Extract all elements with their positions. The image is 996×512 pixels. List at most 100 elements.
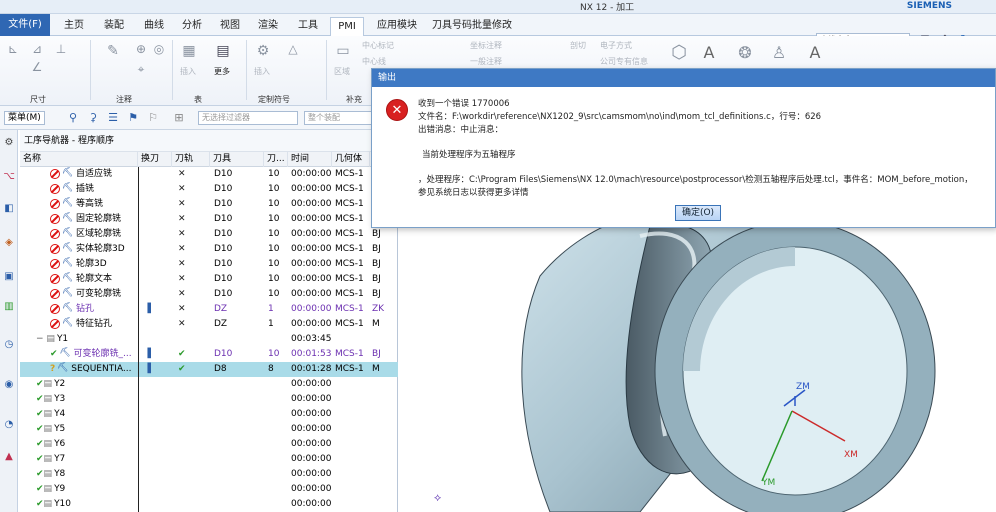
more-button[interactable]: 更多 [214, 66, 230, 77]
text-a-icon[interactable]: A [700, 44, 718, 62]
table-row[interactable]: ⛏ 固定轮廓铣 ✕ D10 10 00:00:00 MCS-1 [20, 212, 398, 227]
operation-nav-icon[interactable]: ⌥ [2, 170, 16, 184]
filter-icon[interactable]: ⊞ [170, 109, 188, 127]
svg-text:⟡: ⟡ [434, 491, 441, 504]
table-row[interactable]: ⛏ 区域轮廓铣 ✕ D10 10 00:00:00 MCS-1 BJ [20, 227, 398, 242]
table-row[interactable]: ⛏ 插铣 ✕ D10 10 00:00:00 MCS-1 [20, 182, 398, 197]
column-tool-number[interactable]: 刀... [264, 152, 288, 167]
dimension-icon[interactable]: ⊾ [4, 40, 22, 58]
table-row[interactable]: ✔▤ Y4 00:00:00 [20, 407, 398, 422]
section-label[interactable]: 剖切 [570, 40, 586, 51]
more-icon[interactable]: ▤ [214, 42, 232, 60]
note-icon[interactable]: ✎ [104, 42, 122, 60]
dimension4-icon[interactable]: ∠ [28, 58, 46, 76]
time-cell: 00:00:00 [291, 244, 332, 254]
machine-nav-icon[interactable]: ◧ [2, 202, 16, 216]
tab-analysis[interactable]: 分析 [176, 17, 208, 34]
ok-button[interactable]: 确定(O) [675, 205, 721, 221]
region-icon[interactable]: ▭ [334, 42, 352, 60]
web-icon[interactable]: ◉ [2, 378, 16, 392]
table-row[interactable]: ✔▤ Y2 00:00:00 [20, 377, 398, 392]
gear-icon[interactable]: ⚙ [2, 136, 16, 150]
assembly-scope-dropdown[interactable]: 整个装配 [304, 111, 374, 125]
column-geometry[interactable]: 几何体 [332, 152, 370, 167]
table-row[interactable]: ✔▤ Y6 00:00:00 [20, 437, 398, 452]
tab-tools[interactable]: 工具 [292, 17, 324, 34]
column-name[interactable]: 名称 [20, 152, 138, 167]
selection-filter-dropdown[interactable]: 无选择过滤器 [198, 111, 298, 125]
tab-render[interactable]: 渲染 [252, 17, 284, 34]
nav5-icon[interactable]: ⚐ [144, 109, 162, 127]
column-time[interactable]: 时间 [288, 152, 332, 167]
nav3-icon[interactable]: ☰ [104, 109, 122, 127]
tab-applications[interactable]: 应用模块 [372, 17, 422, 34]
table-row[interactable]: ⛏ 钻孔 ▐ ✕ DZ 1 00:00:00 MCS-1 ZK [20, 302, 398, 317]
table-row[interactable]: ⛏ 等高铣 ✕ D10 10 00:00:00 MCS-1 [20, 197, 398, 212]
tab-file[interactable]: 文件(F) [0, 14, 50, 36]
tab-curve[interactable]: 曲线 [138, 17, 170, 34]
table-row[interactable]: ⛏ 轮廓3D ✕ D10 10 00:00:00 MCS-1 BJ [20, 257, 398, 272]
nav2-icon[interactable]: ⚳ [84, 109, 102, 127]
table-row[interactable]: ✔ ⛏ 可变轮廓铣_... ▐ ✔ D10 10 00:01:53 MCS-1 BJ [20, 347, 398, 362]
palette-icon[interactable]: ▲ [2, 450, 16, 464]
table-row[interactable]: − ▤ Y1 00:03:45 [20, 332, 398, 347]
general-note-label[interactable]: 一般注释 [470, 56, 502, 67]
tab-pmi[interactable]: PMI [330, 17, 364, 36]
table-row[interactable]: ? ⛏ SEQUENTIA... ▐ ✔ D8 8 00:01:28 MCS-1 M [20, 362, 398, 377]
tool-nav-icon[interactable]: ▣ [2, 270, 16, 284]
table-row[interactable]: ⛏ 轮廓文本 ✕ D10 10 00:00:00 MCS-1 BJ [20, 272, 398, 287]
dimension2-icon[interactable]: ⊿ [28, 40, 46, 58]
operation-icon: ⛏ [57, 363, 69, 373]
centerline-label[interactable]: 中心线 [362, 56, 386, 67]
tab-view[interactable]: 视图 [214, 17, 246, 34]
tool-number-cell [268, 422, 288, 437]
program-group-icon: ▤ [43, 424, 53, 434]
table-row[interactable]: ✔▤ Y9 00:00:00 [20, 482, 398, 497]
symbol3-icon[interactable]: ⌖ [132, 60, 150, 78]
symbol2-icon[interactable]: ◎ [150, 40, 168, 58]
history-icon[interactable]: ◷ [2, 338, 16, 352]
extra-cell [372, 422, 396, 437]
company-info-label[interactable]: 公司专有信息 [600, 56, 648, 67]
column-tool[interactable]: 刀具 [210, 152, 264, 167]
tab-home[interactable]: 主页 [58, 17, 90, 34]
table-row[interactable]: ⛏ 自适应铣 ✕ D10 10 00:00:00 MCS-1 [20, 167, 398, 182]
row-name-label: Y6 [54, 439, 66, 449]
column-toolchange[interactable]: 换刀 [138, 152, 172, 167]
nav4-icon[interactable]: ⚑ [124, 109, 142, 127]
program-group-icon: ▤ [43, 469, 53, 479]
tab-tool-number-batch[interactable]: 刀具号码批量修改 [430, 17, 514, 34]
geometry-cell: MCS-1 [335, 349, 364, 359]
collapse-icon[interactable]: − [36, 334, 44, 344]
custom-symbol-icon[interactable]: ⚙ [254, 42, 272, 60]
tab-assembly[interactable]: 装配 [98, 17, 130, 34]
geometry-nav-icon[interactable]: ◈ [2, 236, 16, 250]
figure-icon[interactable]: ♙ [770, 44, 788, 62]
table-row[interactable]: ⛏ 实体轮廓3D ✕ D10 10 00:00:00 MCS-1 BJ [20, 242, 398, 257]
table-row[interactable]: ⛏ 可变轮廓铣 ✕ D10 10 00:00:00 MCS-1 BJ [20, 287, 398, 302]
dimension3-icon[interactable]: ⊥ [52, 40, 70, 58]
library-icon[interactable]: ▥ [2, 300, 16, 314]
text-a2-icon[interactable]: A [806, 44, 824, 62]
clock-icon[interactable]: ◔ [2, 418, 16, 432]
model-view-icon[interactable]: ⬡ [668, 44, 690, 66]
table-icon[interactable]: ▦ [180, 42, 198, 60]
symbol-icon[interactable]: ⊕ [132, 40, 150, 58]
table-row[interactable]: ✔▤ Y3 00:00:00 [20, 392, 398, 407]
electronic-label[interactable]: 电子方式 [600, 40, 632, 51]
center-mark-label[interactable]: 中心标记 [362, 40, 394, 51]
table-row[interactable]: ✔▤ Y5 00:00:00 [20, 422, 398, 437]
table-row[interactable]: ✔▤ Y10 00:00:00 [20, 497, 398, 512]
group-separator [90, 40, 91, 100]
table-row[interactable]: ✔▤ Y7 00:00:00 [20, 452, 398, 467]
time-cell: 00:00:00 [291, 394, 332, 404]
tool-number-cell: 8 [268, 364, 274, 374]
nav-icon[interactable]: ⚲ [64, 109, 82, 127]
coordinate-note-label[interactable]: 坐标注释 [470, 40, 502, 51]
table-row[interactable]: ⛏ 特征钻孔 ✕ DZ 1 00:00:00 MCS-1 M [20, 317, 398, 332]
symbol4-icon[interactable]: △ [284, 40, 302, 58]
menu-button[interactable]: 菜单(M) [4, 111, 45, 125]
column-toolpath[interactable]: 刀轨 [172, 152, 210, 167]
table-row[interactable]: ✔▤ Y8 00:00:00 [20, 467, 398, 482]
render-icon[interactable]: ❂ [736, 44, 754, 62]
